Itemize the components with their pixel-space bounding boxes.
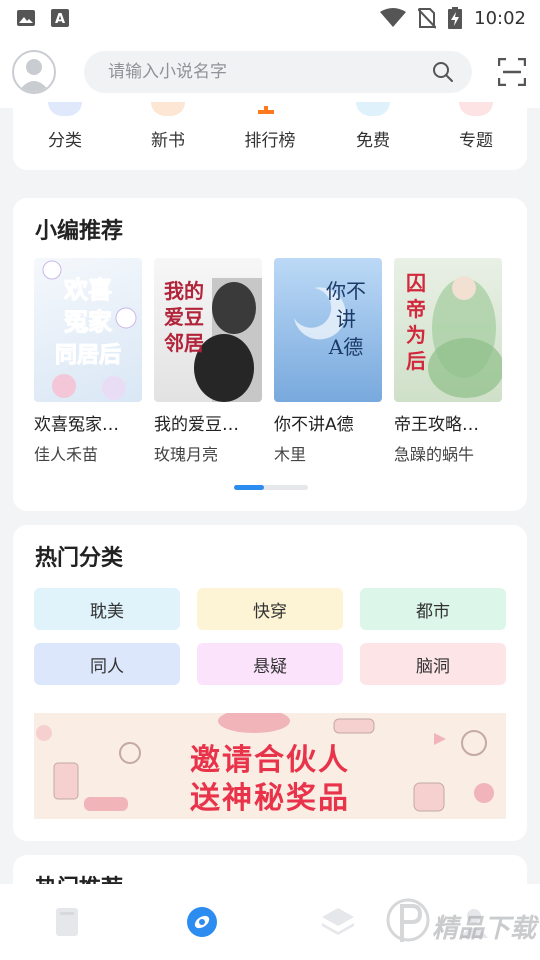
editor-picks-section: 小编推荐 欢喜 冤家 同居后 欢喜冤家… 佳人禾苗 我的 爱豆 邻居 我的爱豆…… [13, 198, 527, 511]
invite-partner-banner[interactable]: 邀请合伙人 送神秘奖品 [34, 713, 506, 819]
category-tag[interactable]: 耽美 [34, 588, 180, 630]
tab-bookshelf[interactable] [42, 902, 90, 942]
book-cover: 你不 讲 A德 [274, 258, 382, 402]
svg-text:欢喜: 欢喜 [63, 276, 112, 304]
category-tag[interactable]: 同人 [34, 643, 180, 685]
book-author: 玫瑰月亮 [154, 445, 219, 464]
svg-text:为: 为 [406, 323, 426, 347]
svg-text:你不: 你不 [326, 279, 366, 303]
hot-categories-section: 热门分类 耽美 快穿 都市 同人 悬疑 脑洞 邀请合伙人 送神秘奖品 [13, 525, 527, 841]
svg-text:A: A [55, 12, 65, 27]
topic-icon [459, 102, 493, 116]
svg-text:囚: 囚 [406, 271, 426, 295]
svg-text:邻居: 邻居 [164, 331, 204, 355]
quick-nav-label: 新书 [151, 131, 185, 151]
book-cover: 囚 帝 为 后 [394, 258, 502, 402]
avatar[interactable] [12, 50, 56, 94]
search-input[interactable] [106, 61, 432, 83]
book-cover: 我的 爱豆 邻居 [154, 258, 262, 402]
font-a-icon: A [51, 9, 69, 27]
book-title: 你不讲A德 [274, 415, 354, 435]
tab-discover[interactable] [178, 902, 226, 942]
banner-line-2: 送神秘奖品 [190, 781, 350, 816]
bottom-tab-bar: 精品下载 [0, 884, 540, 960]
bookshelf-icon [56, 908, 78, 936]
layers-icon [322, 908, 354, 935]
quick-nav-label: 排行榜 [244, 131, 296, 151]
book-card[interactable]: 囚 帝 为 后 帝王攻略… 急躁的蜗牛 [394, 258, 502, 465]
ranking-icon [258, 106, 274, 114]
svg-text:帝: 帝 [406, 297, 426, 321]
quick-nav-label: 专题 [459, 131, 493, 151]
book-title: 帝王攻略… [394, 415, 479, 435]
quick-nav-category[interactable]: 分类 [20, 100, 110, 170]
clock: 10:02 [474, 7, 526, 29]
svg-text:爱豆: 爱豆 [164, 305, 204, 329]
svg-text:后: 后 [406, 349, 426, 373]
quick-nav-free[interactable]: 免费 [328, 100, 418, 170]
watermark: 精品下载 [386, 894, 536, 950]
free-icon [356, 102, 390, 116]
category-icon [48, 102, 82, 116]
category-tag[interactable]: 快穿 [197, 588, 343, 630]
quick-nav-label: 免费 [356, 131, 390, 151]
no-sim-icon [418, 8, 437, 29]
quick-nav-new-books[interactable]: 新书 [123, 100, 213, 170]
svg-text:A德: A德 [328, 335, 363, 359]
svg-text:冤家: 冤家 [64, 308, 112, 336]
svg-text:同居后: 同居后 [55, 343, 121, 368]
battery-charging-icon [448, 7, 463, 29]
book-title: 欢喜冤家… [34, 415, 119, 435]
svg-text:我的: 我的 [164, 279, 204, 303]
section-title: 热门分类 [35, 546, 124, 571]
book-author: 佳人禾苗 [34, 445, 99, 464]
search-icon[interactable] [432, 61, 454, 83]
carousel-pager[interactable] [234, 485, 308, 490]
discover-icon [187, 907, 217, 937]
category-tag[interactable]: 脑洞 [360, 643, 506, 685]
watermark-text: 精品下载 [432, 914, 537, 944]
image-icon [17, 10, 35, 26]
book-title: 我的爱豆… [154, 415, 239, 435]
book-card[interactable]: 我的 爱豆 邻居 我的爱豆… 玫瑰月亮 [154, 258, 262, 465]
header [0, 36, 540, 108]
search-bar[interactable] [84, 51, 472, 93]
status-bar: A 10:02 [0, 0, 540, 36]
quick-nav: 分类 新书 排行榜 免费 专题 [13, 100, 527, 170]
book-author: 木里 [274, 445, 307, 464]
quick-nav-label: 分类 [48, 131, 82, 151]
book-card[interactable]: 欢喜 冤家 同居后 欢喜冤家… 佳人禾苗 [34, 258, 142, 465]
tab-library[interactable] [314, 902, 362, 942]
category-tag[interactable]: 悬疑 [197, 643, 343, 685]
quick-nav-ranking[interactable]: 排行榜 [225, 100, 315, 170]
book-card[interactable]: 你不 讲 A德 你不讲A德 木里 [274, 258, 382, 465]
wifi-icon [380, 8, 407, 27]
user-icon [18, 59, 50, 92]
category-tag[interactable]: 都市 [360, 588, 506, 630]
quick-nav-topics[interactable]: 专题 [431, 100, 521, 170]
section-title: 小编推荐 [35, 219, 124, 244]
svg-text:讲: 讲 [336, 307, 356, 331]
book-author: 急躁的蜗牛 [394, 445, 475, 464]
book-cover: 欢喜 冤家 同居后 [34, 258, 142, 402]
watermark-logo [386, 898, 430, 942]
new-book-icon [151, 102, 185, 116]
scan-icon[interactable] [498, 58, 526, 86]
